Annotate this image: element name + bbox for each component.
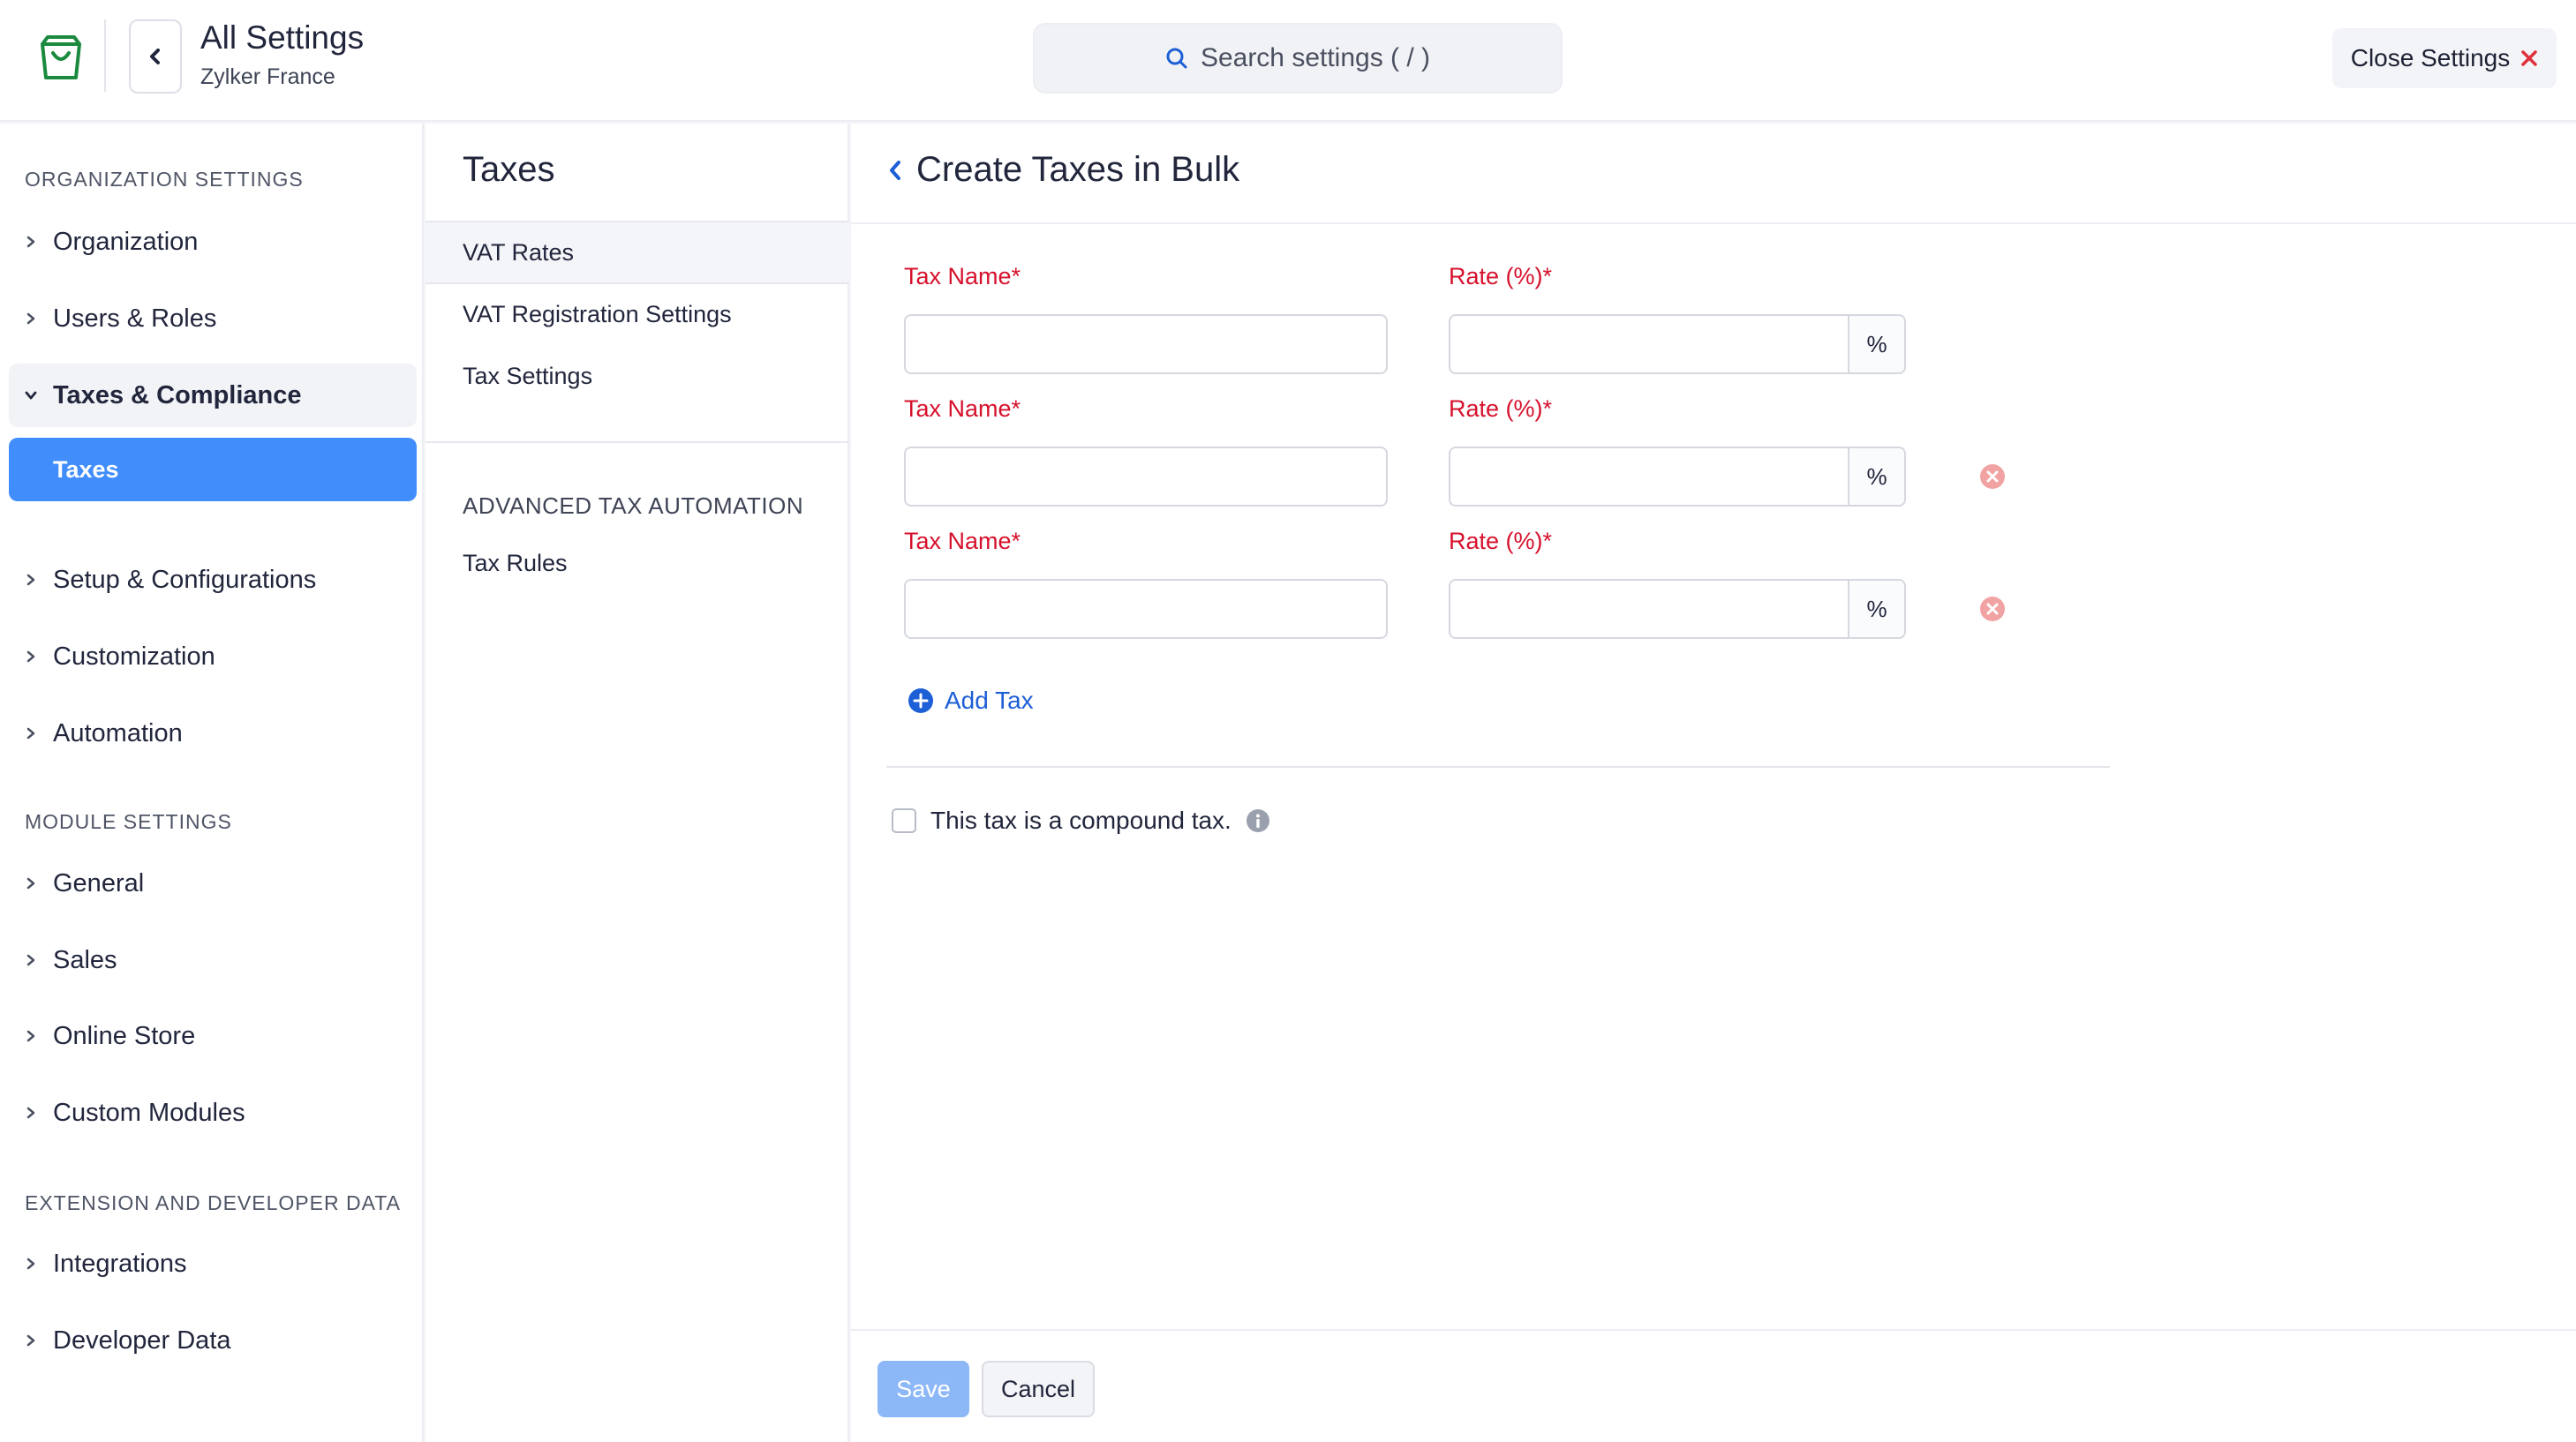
chevron-right-icon	[26, 954, 35, 966]
settings-sidebar: ORGANIZATION SETTINGS Organization Users…	[0, 124, 424, 1442]
compound-tax-option: This tax is a compound tax.	[892, 807, 1270, 835]
subnav-item-tax-settings[interactable]: Tax Settings	[426, 346, 849, 406]
chevron-down-icon	[25, 391, 37, 400]
sidebar-item-general[interactable]: General	[9, 852, 417, 915]
sidebar-item-label: Organization	[53, 227, 199, 256]
subnav-divider	[426, 441, 849, 443]
compound-tax-checkbox[interactable]	[892, 808, 916, 833]
taxes-subnav: Taxes VAT Rates VAT Registration Setting…	[426, 124, 849, 1442]
sidebar-item-label: Online Store	[53, 1021, 196, 1050]
subnav-item-tax-rules[interactable]: Tax Rules	[426, 533, 849, 593]
chevron-right-icon	[26, 1030, 35, 1042]
close-settings-label: Close Settings	[2350, 44, 2511, 71]
section-heading-organization: ORGANIZATION SETTINGS	[25, 168, 304, 191]
chevron-right-icon	[26, 650, 35, 663]
rate-label: Rate (%)*	[1449, 528, 1553, 554]
tax-name-input[interactable]	[904, 314, 1388, 374]
sidebar-item-label: Sales	[53, 945, 117, 974]
chevron-left-icon[interactable]	[886, 157, 904, 184]
section-heading-extension: EXTENSION AND DEVELOPER DATA	[25, 1191, 401, 1214]
sidebar-item-setup-configurations[interactable]: Setup & Configurations	[9, 548, 417, 612]
tax-name-input[interactable]	[904, 579, 1388, 639]
add-tax-label: Add Tax	[945, 687, 1034, 714]
save-button[interactable]: Save	[877, 1361, 969, 1417]
subnav-item-vat-rates[interactable]: VAT Rates	[426, 222, 849, 282]
close-settings-button[interactable]: Close Settings	[2332, 28, 2557, 88]
shopping-bag-icon[interactable]	[34, 30, 88, 85]
remove-row-icon[interactable]	[1979, 596, 2006, 622]
chevron-left-icon	[150, 49, 160, 64]
sidebar-item-developer-data[interactable]: Developer Data	[9, 1309, 417, 1372]
sidebar-item-label: Custom Modules	[53, 1098, 245, 1127]
subnav-section-heading: ADVANCED TAX AUTOMATION	[463, 492, 804, 519]
sidebar-item-label: Automation	[53, 718, 183, 747]
cancel-button[interactable]: Cancel	[982, 1361, 1095, 1417]
rate-input[interactable]	[1450, 448, 1849, 505]
sidebar-item-users-roles[interactable]: Users & Roles	[9, 287, 417, 350]
percent-addon: %	[1849, 581, 1904, 637]
create-taxes-panel: Create Taxes in Bulk Tax Name* Rate (%)*…	[851, 124, 2576, 1442]
tax-name-input[interactable]	[904, 447, 1388, 507]
search-input[interactable]: Search settings ( / )	[1033, 23, 1563, 94]
info-icon[interactable]	[1246, 808, 1270, 833]
tax-name-label: Tax Name*	[904, 528, 1021, 554]
subnav-item-vat-registration[interactable]: VAT Registration Settings	[426, 284, 849, 344]
organization-name: Zylker France	[200, 64, 335, 89]
remove-row-icon[interactable]	[1979, 463, 2006, 490]
sidebar-item-label: Customization	[53, 642, 215, 671]
sidebar-item-label: Developer Data	[53, 1326, 231, 1355]
form-footer: Save Cancel	[851, 1329, 2576, 1442]
chevron-right-icon	[26, 1258, 35, 1270]
sidebar-item-label: Setup & Configurations	[53, 565, 317, 594]
percent-addon: %	[1849, 448, 1904, 505]
sidebar-item-online-store[interactable]: Online Store	[9, 1004, 417, 1068]
sidebar-item-label: Integrations	[53, 1249, 187, 1278]
plus-circle-icon	[908, 688, 933, 713]
chevron-right-icon	[26, 312, 35, 325]
rate-label: Rate (%)*	[1449, 263, 1553, 289]
top-header: All Settings Zylker France Search settin…	[0, 0, 2576, 122]
sidebar-subitem-taxes[interactable]: Taxes	[9, 438, 417, 501]
sidebar-item-sales[interactable]: Sales	[9, 928, 417, 992]
back-button[interactable]	[129, 19, 182, 94]
tax-name-label: Tax Name*	[904, 263, 1021, 289]
compound-tax-label: This tax is a compound tax.	[930, 807, 1232, 834]
chevron-right-icon	[26, 1334, 35, 1347]
sidebar-item-organization[interactable]: Organization	[9, 210, 417, 274]
sidebar-item-integrations[interactable]: Integrations	[9, 1232, 417, 1296]
chevron-right-icon	[26, 236, 35, 248]
sidebar-item-taxes-compliance[interactable]: Taxes & Compliance	[9, 364, 417, 427]
sidebar-item-label: Users & Roles	[53, 304, 217, 333]
close-icon	[2521, 50, 2538, 66]
page-title: All Settings	[200, 19, 365, 56]
sidebar-item-custom-modules[interactable]: Custom Modules	[9, 1081, 417, 1145]
search-icon	[1166, 48, 1187, 69]
panel-header: Create Taxes in Bulk	[886, 150, 1239, 190]
rate-field: %	[1449, 579, 1906, 639]
rate-label: Rate (%)*	[1449, 395, 1553, 422]
rate-field: %	[1449, 447, 1906, 507]
search-placeholder: Search settings ( / )	[1200, 43, 1431, 72]
sidebar-item-label: General	[53, 868, 145, 897]
chevron-right-icon	[26, 727, 35, 740]
percent-addon: %	[1849, 316, 1904, 372]
rate-field: %	[1449, 314, 1906, 374]
chevron-right-icon	[26, 574, 35, 586]
chevron-right-icon	[26, 877, 35, 890]
section-divider	[886, 766, 2110, 768]
section-heading-module: MODULE SETTINGS	[25, 810, 232, 833]
header-divider	[104, 19, 106, 92]
add-tax-button[interactable]: Add Tax	[908, 687, 1034, 715]
sidebar-item-label: Taxes & Compliance	[53, 380, 302, 409]
subnav-title: Taxes	[463, 150, 555, 189]
rate-input[interactable]	[1450, 581, 1849, 637]
chevron-right-icon	[26, 1107, 35, 1119]
sidebar-item-automation[interactable]: Automation	[9, 702, 417, 765]
rate-input[interactable]	[1450, 316, 1849, 372]
tax-name-label: Tax Name*	[904, 395, 1021, 422]
panel-title: Create Taxes in Bulk	[916, 150, 1240, 189]
sidebar-item-customization[interactable]: Customization	[9, 625, 417, 688]
panel-divider	[851, 222, 2576, 224]
